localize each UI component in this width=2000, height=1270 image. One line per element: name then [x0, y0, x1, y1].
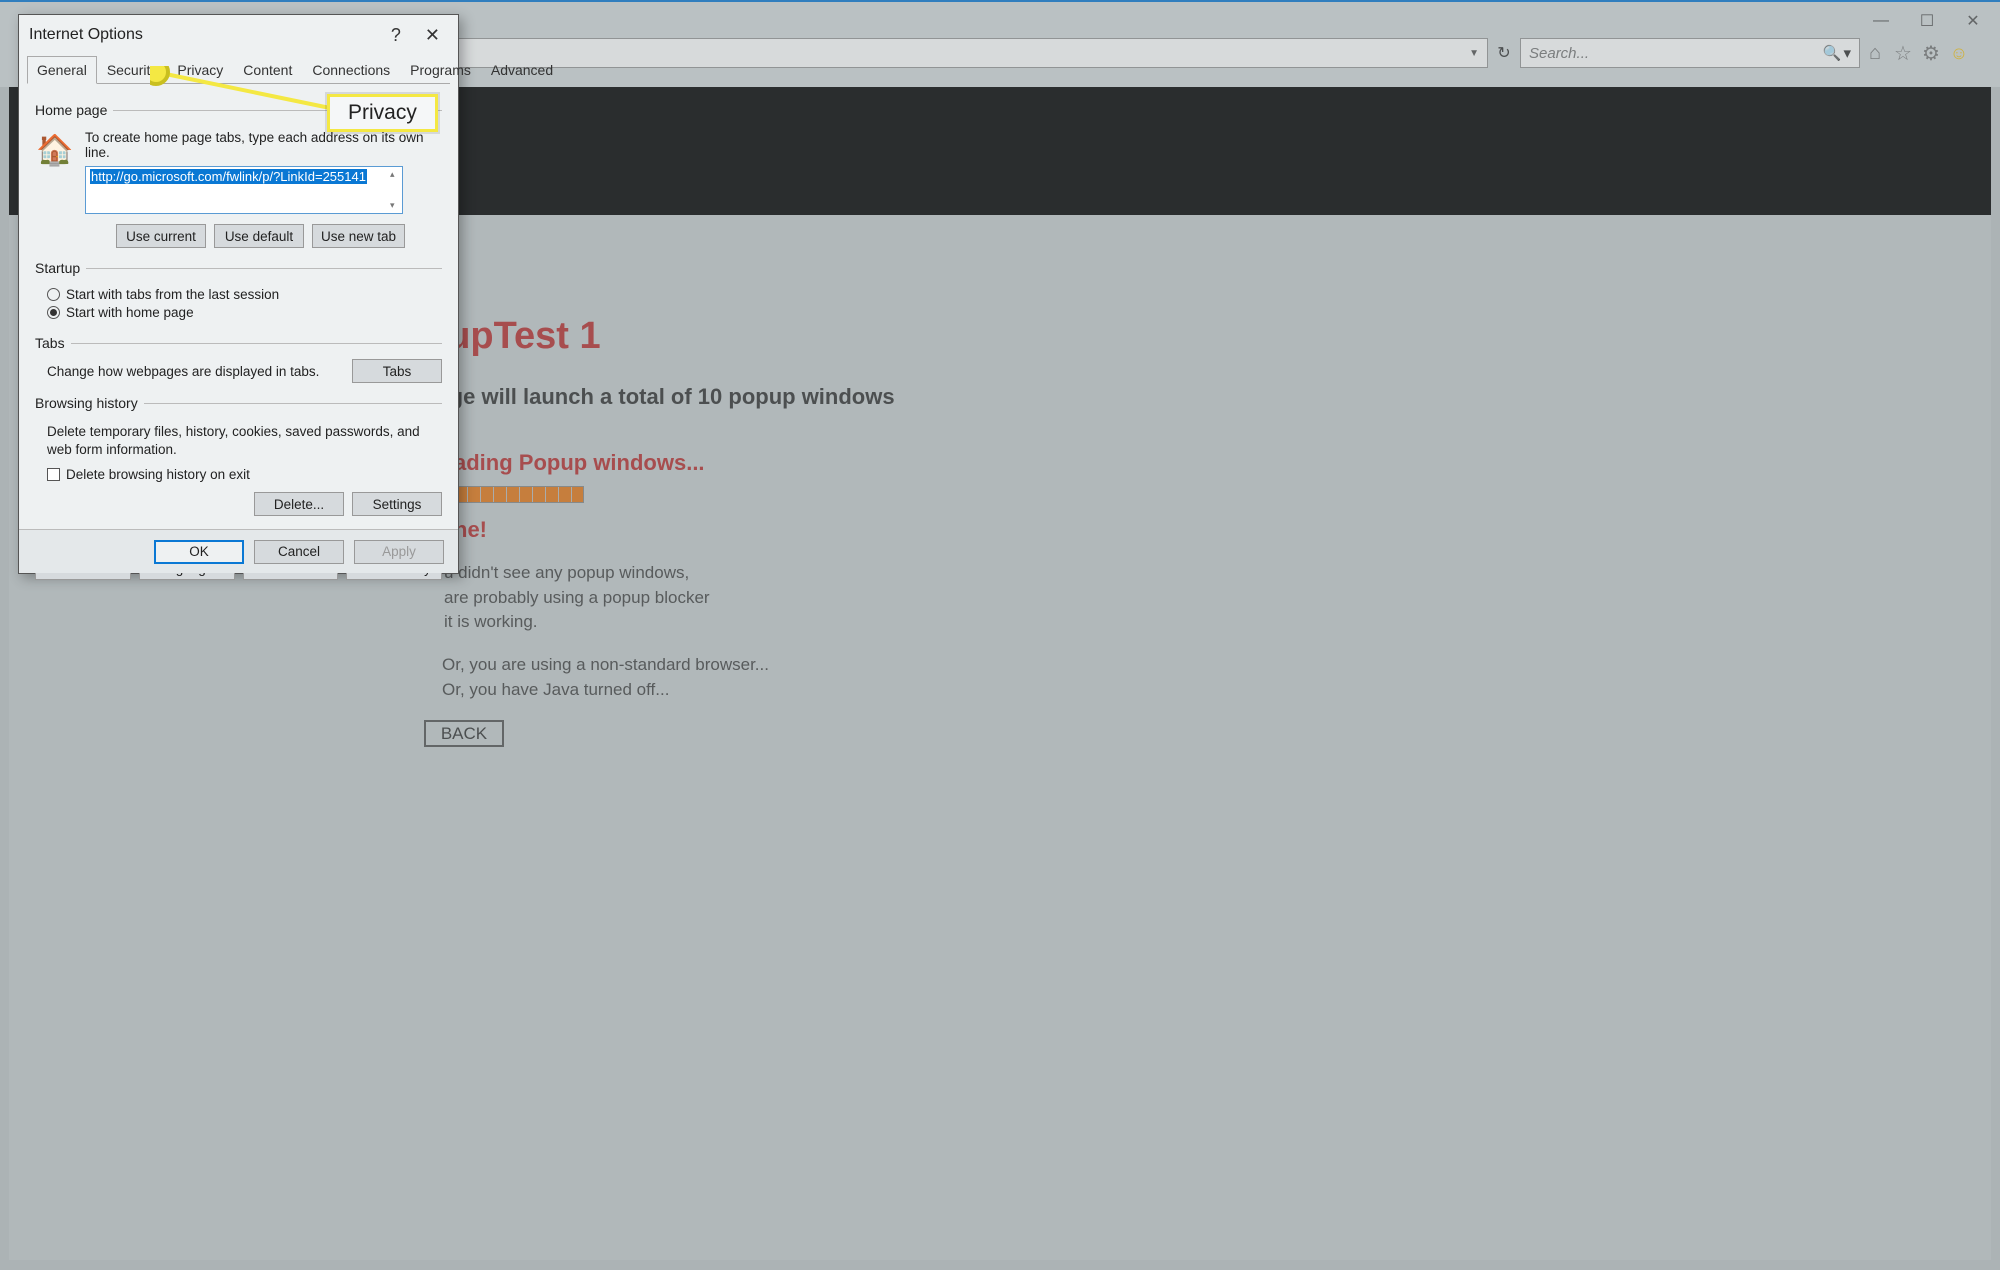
ok-button[interactable]: OK	[154, 540, 244, 564]
startup-home-page-radio[interactable]: Start with home page	[47, 305, 442, 320]
startup-group: Startup Start with tabs from the last se…	[35, 260, 442, 323]
tab-advanced[interactable]: Advanced	[481, 56, 563, 84]
tabs-button[interactable]: Tabs	[352, 359, 442, 383]
cancel-button[interactable]: Cancel	[254, 540, 344, 564]
tab-content[interactable]: Content	[233, 56, 302, 84]
history-group: Browsing history Delete temporary files,…	[35, 395, 442, 516]
dialog-footer: OK Cancel Apply	[19, 529, 458, 573]
homepage-instructions: To create home page tabs, type each addr…	[85, 130, 442, 160]
checkbox-icon	[47, 468, 60, 481]
tabs-text: Change how webpages are displayed in tab…	[47, 364, 319, 379]
home-page-icon: 🏠	[35, 130, 75, 170]
privacy-callout: Privacy	[327, 94, 438, 132]
use-new-tab-button[interactable]: Use new tab	[312, 224, 405, 248]
tab-connections[interactable]: Connections	[302, 56, 400, 84]
use-default-button[interactable]: Use default	[214, 224, 304, 248]
dialog-title: Internet Options	[29, 26, 143, 44]
startup-legend: Startup	[35, 260, 86, 276]
dialog-help-button[interactable]: ?	[375, 25, 417, 46]
tab-security[interactable]: Security	[97, 56, 168, 84]
history-text: Delete temporary files, history, cookies…	[47, 423, 442, 459]
settings-button[interactable]: Settings	[352, 492, 442, 516]
tab-programs[interactable]: Programs	[400, 56, 481, 84]
dialog-close-button[interactable]: ✕	[417, 25, 448, 46]
use-current-button[interactable]: Use current	[116, 224, 206, 248]
dialog-title-bar[interactable]: Internet Options ? ✕	[19, 15, 458, 55]
history-legend: Browsing history	[35, 395, 144, 411]
delete-on-exit-checkbox[interactable]: Delete browsing history on exit	[47, 467, 442, 482]
tabs-legend: Tabs	[35, 335, 71, 351]
radio-icon	[47, 306, 60, 319]
scroll-down-icon[interactable]: ▾	[390, 200, 400, 211]
scroll-up-icon[interactable]: ▴	[390, 169, 400, 180]
dialog-tabs: General Security Privacy Content Connect…	[27, 55, 450, 84]
startup-last-session-radio[interactable]: Start with tabs from the last session	[47, 287, 442, 302]
radio-icon	[47, 288, 60, 301]
delete-button[interactable]: Delete...	[254, 492, 344, 516]
tab-general[interactable]: General	[27, 56, 97, 84]
homepage-legend: Home page	[35, 102, 113, 118]
tabs-group: Tabs Change how webpages are displayed i…	[35, 335, 442, 383]
tab-privacy[interactable]: Privacy	[167, 56, 233, 84]
apply-button[interactable]: Apply	[354, 540, 444, 564]
homepage-url-input[interactable]: http://go.microsoft.com/fwlink/p/?LinkId…	[85, 166, 403, 214]
